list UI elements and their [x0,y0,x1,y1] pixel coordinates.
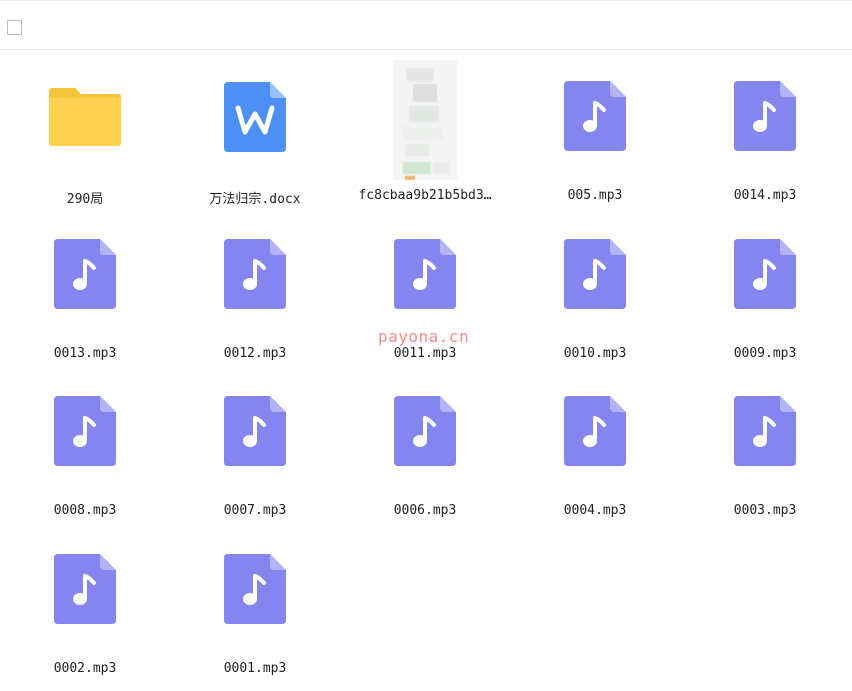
image-thumbnail [393,60,457,180]
file-name: 0011.mp3 [393,346,457,361]
file-name: 0010.mp3 [563,346,627,361]
file-tile[interactable]: 0008.mp3 [0,375,170,533]
file-name: fc8cbaa9b21b5bd3… [358,188,492,203]
music-file-icon [394,396,456,470]
file-tile[interactable]: 0014.mp3 [680,60,850,218]
file-name: 0013.mp3 [53,346,117,361]
music-file-icon [564,396,626,470]
music-file-icon [54,239,116,313]
file-tile[interactable]: 0003.mp3 [680,375,850,533]
file-tile[interactable]: 0001.mp3 [170,533,340,691]
music-file-icon [394,239,456,313]
file-name: 0014.mp3 [733,188,797,203]
file-name: 0007.mp3 [223,503,287,518]
file-tile[interactable]: 0006.mp3 [340,375,510,533]
file-tile[interactable]: 0011.mp3 [340,218,510,376]
music-file-icon [224,239,286,313]
music-file-icon [224,554,286,628]
file-name: 0004.mp3 [563,503,627,518]
music-file-icon [734,239,796,313]
file-tile[interactable]: 万法归宗.docx [170,60,340,218]
file-tile[interactable]: 0009.mp3 [680,218,850,376]
file-tile[interactable]: 0002.mp3 [0,533,170,691]
word-doc-icon [224,82,286,156]
file-tile[interactable]: fc8cbaa9b21b5bd3… [340,60,510,218]
music-file-icon [54,554,116,628]
select-all-checkbox[interactable] [7,20,22,35]
toolbar [0,0,852,50]
music-file-icon [564,81,626,155]
file-name: 0008.mp3 [53,503,117,518]
file-name: 290局 [66,192,104,207]
file-name: 0009.mp3 [733,346,797,361]
file-tile[interactable]: 005.mp3 [510,60,680,218]
music-file-icon [734,396,796,470]
file-name: 005.mp3 [567,188,623,203]
file-name: 0012.mp3 [223,346,287,361]
folder-icon [49,88,121,150]
file-name: 万法归宗.docx [209,192,301,207]
file-tile[interactable]: 0012.mp3 [170,218,340,376]
file-name: 0006.mp3 [393,503,457,518]
file-tile[interactable]: 290局 [0,60,170,218]
file-tile[interactable]: 0013.mp3 [0,218,170,376]
file-name: 0003.mp3 [733,503,797,518]
music-file-icon [224,396,286,470]
music-file-icon [564,239,626,313]
music-file-icon [54,396,116,470]
file-tile[interactable]: 0007.mp3 [170,375,340,533]
file-tile[interactable]: 0004.mp3 [510,375,680,533]
file-tile[interactable]: 0010.mp3 [510,218,680,376]
music-file-icon [734,81,796,155]
